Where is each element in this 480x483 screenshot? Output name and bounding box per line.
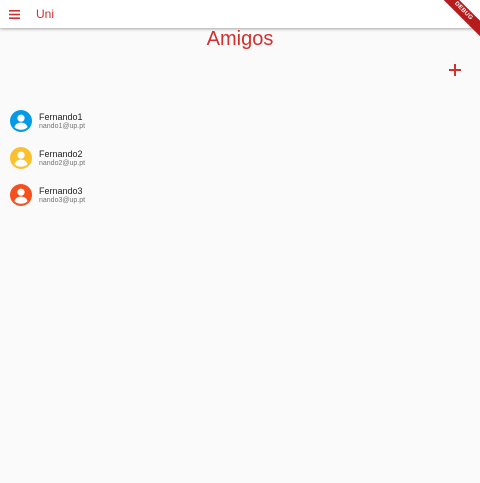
friend-item[interactable]: Fernando3 nando3@up.pt <box>0 182 480 219</box>
friend-email: nando3@up.pt <box>39 197 86 204</box>
plus-icon <box>449 64 461 76</box>
friend-item[interactable]: Fernando1 nando1@up.pt <box>0 108 480 145</box>
page-title: Amigos <box>206 28 274 50</box>
menu-button[interactable] <box>6 6 22 22</box>
friend-email: nando1@up.pt <box>39 123 86 130</box>
menu-icon <box>8 9 20 19</box>
app-title: Uni <box>36 7 55 21</box>
friends-list: Fernando1 nando1@up.pt Fernando2 nando2@… <box>0 108 480 219</box>
app-bar: Uni <box>0 0 480 28</box>
account-circle-icon <box>10 110 32 132</box>
account-circle-icon <box>10 184 32 206</box>
add-friend-button[interactable] <box>446 61 464 79</box>
friend-item[interactable]: Fernando2 nando2@up.pt <box>0 145 480 182</box>
friend-name: Fernando3 <box>39 186 83 196</box>
account-circle-icon <box>10 147 32 169</box>
friend-name: Fernando1 <box>39 112 83 122</box>
friend-email: nando2@up.pt <box>39 160 86 167</box>
friend-name: Fernando2 <box>39 149 83 159</box>
